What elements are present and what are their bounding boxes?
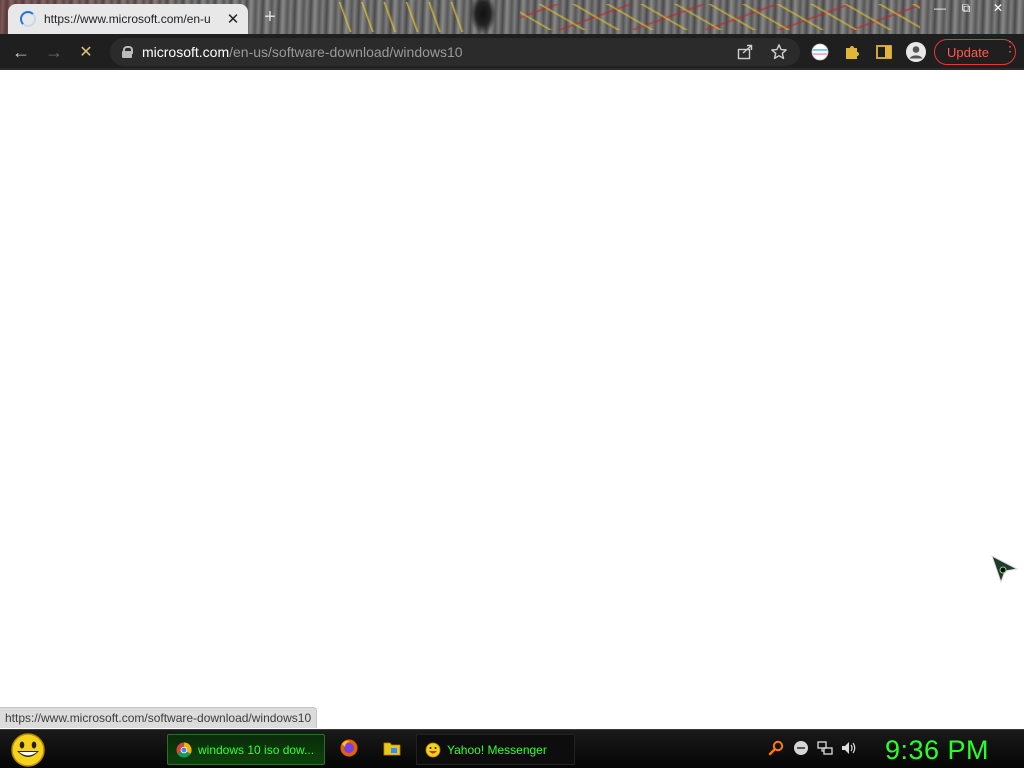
arrow-right-icon: → [45, 41, 63, 62]
firefox-icon[interactable] [339, 738, 359, 758]
update-button[interactable]: Update ⋮ [934, 39, 1017, 65]
tab-strip: https://www.microsoft.com/en-u ✕ + — ⧉ ✕ [0, 0, 1024, 34]
network-icon[interactable] [793, 740, 809, 756]
tab-title: https://www.microsoft.com/en-u [44, 12, 211, 26]
back-button[interactable]: ← [8, 39, 34, 65]
bookmark-star-icon[interactable] [770, 43, 788, 61]
forward-button[interactable]: → [41, 39, 67, 65]
start-button-smiley-icon[interactable] [8, 732, 48, 768]
update-label: Update [947, 44, 989, 60]
loading-spinner-icon [20, 11, 36, 27]
share-icon[interactable] [736, 43, 754, 61]
page-content-blank[interactable] [0, 70, 1024, 729]
browser-tab-active[interactable]: https://www.microsoft.com/en-u ✕ [8, 4, 248, 34]
taskbar-clock[interactable]: 9:36 PM [885, 732, 989, 768]
extensions-puzzle-icon[interactable] [842, 42, 862, 62]
url-path: /en-us/software-download/windows10 [229, 44, 463, 60]
mouse-cursor-icon [991, 555, 1019, 583]
search-icon[interactable] [768, 740, 784, 756]
arrow-left-icon: ← [12, 41, 30, 62]
taskbar-item-yahoo-messenger[interactable]: Yahoo! Messenger [416, 734, 575, 765]
side-panel-icon[interactable] [874, 42, 894, 62]
restore-button[interactable]: ⧉ [952, 0, 980, 18]
yahoo-messenger-icon [425, 742, 441, 757]
browser-toolbar: ← → ✕ microsoft.com /en-us/software-down… [0, 34, 1024, 70]
close-window-button[interactable]: ✕ [984, 0, 1012, 18]
extension-flag-icon[interactable] [810, 42, 830, 62]
chrome-icon [176, 742, 192, 758]
task-label: windows 10 iso dow... [198, 742, 315, 757]
lock-icon[interactable] [122, 46, 133, 58]
status-url-bubble: https://www.microsoft.com/software-downl… [0, 707, 318, 728]
stop-icon: ✕ [79, 44, 93, 61]
task-label: Yahoo! Messenger [447, 742, 547, 757]
minimize-button[interactable]: — [926, 0, 954, 18]
tab-close-icon[interactable]: ✕ [226, 10, 240, 28]
volume-icon[interactable] [841, 740, 857, 756]
url-host: microsoft.com [142, 44, 230, 60]
kebab-menu-icon[interactable]: ⋮ [1003, 39, 1017, 60]
folder-icon[interactable] [382, 738, 402, 758]
stop-loading-button[interactable]: ✕ [73, 39, 99, 65]
taskbar: windows 10 iso dow... Yahoo! Messenger 9… [0, 729, 1024, 768]
profile-avatar-icon[interactable] [905, 41, 927, 63]
new-tab-button[interactable]: + [258, 6, 282, 29]
theme-decoration [470, 0, 496, 34]
connection-icon[interactable] [817, 740, 833, 756]
taskbar-item-chrome[interactable]: windows 10 iso dow... [167, 734, 325, 765]
theme-decoration [520, 4, 920, 30]
theme-decoration [330, 2, 470, 32]
browser-window: https://www.microsoft.com/en-u ✕ + — ⧉ ✕… [0, 0, 1024, 729]
address-bar[interactable]: microsoft.com /en-us/software-download/w… [110, 38, 800, 66]
